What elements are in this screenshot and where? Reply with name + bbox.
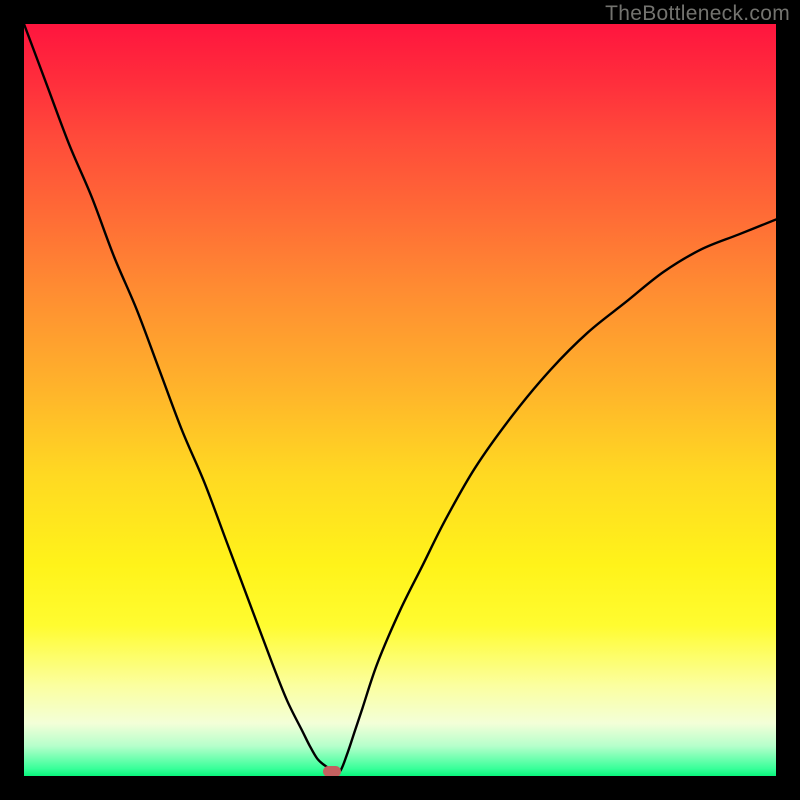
chart-container: TheBottleneck.com <box>0 0 800 800</box>
curve-svg <box>24 24 776 776</box>
bottleneck-curve <box>24 24 776 773</box>
plot-area <box>24 24 776 776</box>
minimum-marker <box>323 766 341 776</box>
watermark-text: TheBottleneck.com <box>605 2 790 26</box>
